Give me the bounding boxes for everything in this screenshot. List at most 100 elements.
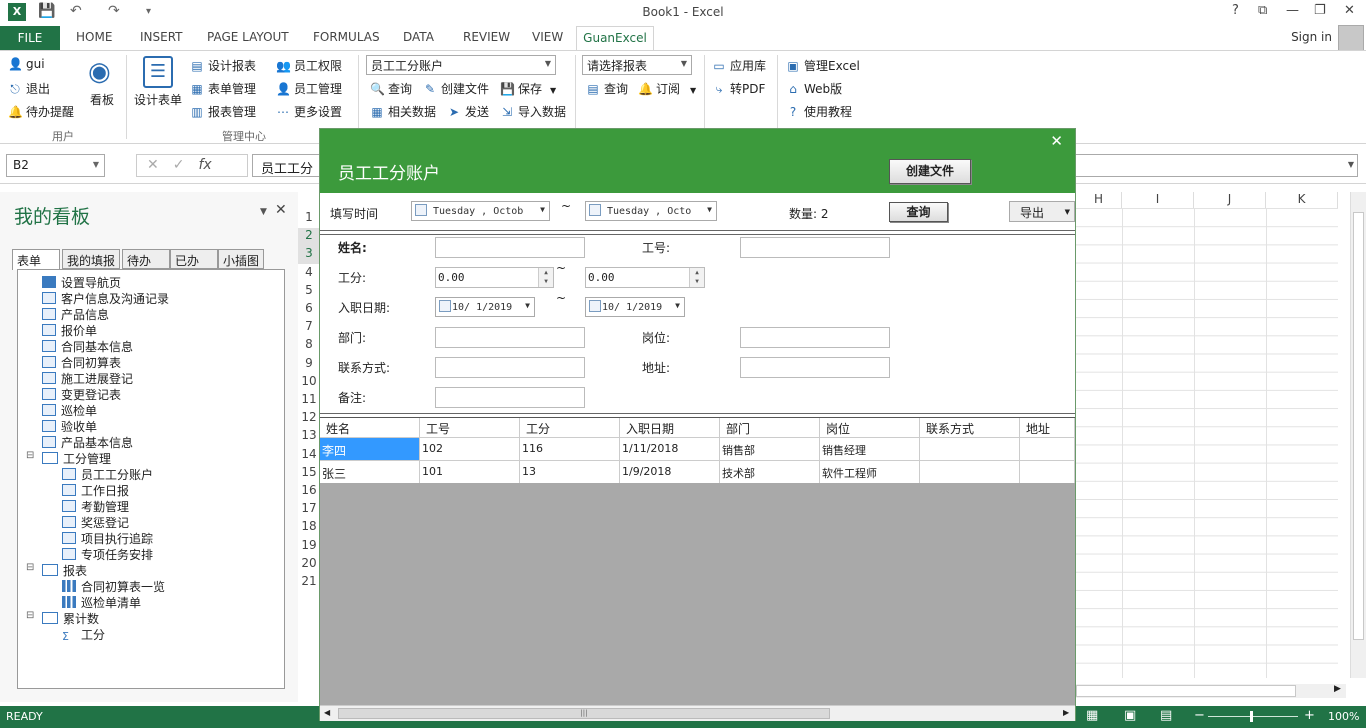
tree-item[interactable]: 报价单 (42, 322, 97, 339)
help-button[interactable]: ? (1232, 3, 1239, 18)
row-header[interactable]: 13 (298, 428, 320, 446)
table-cell[interactable] (920, 438, 1020, 461)
restore-button[interactable]: ❐ (1314, 3, 1326, 18)
scroll-right-icon[interactable]: ▶ (1334, 684, 1341, 694)
table-header-cell[interactable]: 联系方式 (920, 418, 1020, 438)
name-input[interactable] (435, 237, 585, 258)
spin-arrows-icon[interactable]: ▲ ▼ (538, 268, 553, 287)
column-header-i[interactable]: I (1122, 192, 1194, 208)
dialog-scroll-thumb[interactable]: ||| (338, 708, 830, 719)
row-header[interactable]: 10 (298, 374, 320, 392)
row-header[interactable]: 19 (298, 538, 320, 556)
vscroll-thumb[interactable] (1353, 212, 1364, 640)
zoom-in-icon[interactable]: + (1304, 708, 1315, 723)
user-item[interactable]: 👤 gui (8, 57, 45, 71)
tree-item[interactable]: 工作日报 (62, 482, 129, 499)
design-form-icon[interactable]: ☰ (143, 56, 173, 88)
table-cell[interactable]: 102 (420, 438, 520, 461)
table-cell[interactable]: 李四 (320, 438, 420, 461)
horizontal-scrollbar[interactable]: ▶ (1076, 684, 1346, 698)
tree-item[interactable]: 考勤管理 (62, 498, 129, 515)
tree-item[interactable]: 客户信息及沟通记录 (42, 290, 169, 307)
score-from-stepper[interactable]: 0.00 ▲ ▼ (435, 267, 554, 288)
tree-item[interactable]: 产品基本信息 (42, 434, 133, 451)
tree-item[interactable]: 验收单 (42, 418, 97, 435)
panel-tab-my-reports[interactable]: 我的填报 (62, 249, 120, 269)
table-header-cell[interactable]: 岗位 (820, 418, 920, 438)
tab-home[interactable]: HOME (76, 30, 112, 44)
export-button[interactable]: 导出 ▼ (1009, 201, 1075, 222)
tree-item[interactable]: 合同初算表 (42, 354, 121, 371)
tree-item[interactable]: 施工进展登记 (42, 370, 133, 387)
cancel-icon[interactable]: ✕ (147, 157, 173, 173)
related-data-item[interactable]: ▦ 相关数据 (370, 103, 436, 120)
manage-excel-item[interactable]: ▣ 管理Excel (786, 57, 859, 74)
employee-mgmt-item[interactable]: 👤 员工管理 (276, 80, 342, 97)
page-layout-view-icon[interactable]: ▣ (1124, 708, 1136, 723)
dialog-close-icon[interactable]: ✕ (1050, 132, 1063, 150)
dashboard-button[interactable]: 看板 (90, 91, 114, 108)
tree-item[interactable]: ⊟ 工分管理 (26, 450, 111, 467)
todo-reminder-item[interactable]: 🔔 待办提醒 (8, 103, 74, 120)
table-cell[interactable] (1020, 461, 1075, 484)
row-header[interactable]: 9 (298, 356, 320, 374)
tree-item[interactable]: Σ 工分 (62, 626, 105, 643)
normal-view-icon[interactable]: ▦ (1086, 708, 1098, 723)
tree-item[interactable]: 变更登记表 (42, 386, 121, 403)
query-button[interactable]: 查询 (889, 202, 948, 222)
ribbon-display-button[interactable]: ⧉ (1258, 3, 1267, 18)
report-select[interactable]: 请选择报表 ▼ (582, 55, 692, 75)
report-query-item[interactable]: ▤ 查询 (586, 80, 628, 97)
row-header[interactable]: 4 (298, 265, 320, 283)
close-window-button[interactable]: ✕ (1344, 3, 1355, 18)
table-cell[interactable]: 1/11/2018 (620, 438, 720, 461)
tree-item[interactable]: 奖惩登记 (62, 514, 129, 531)
row-header[interactable]: 12 (298, 410, 320, 428)
tab-guanexcel[interactable]: GuanExcel (576, 26, 654, 51)
row-header[interactable]: 14 (298, 447, 320, 465)
row-header[interactable]: 2 (298, 228, 320, 247)
tab-data[interactable]: DATA (403, 30, 434, 44)
scroll-left-icon[interactable]: ◀ (324, 708, 330, 717)
tree-item[interactable]: ⊟ 累计数 (26, 610, 99, 627)
tab-view[interactable]: VIEW (532, 30, 563, 44)
panel-tab-widgets[interactable]: 小插图 (218, 249, 264, 269)
design-report-item[interactable]: ▤ 设计报表 (190, 57, 256, 74)
checkbox-icon[interactable] (589, 204, 601, 216)
row-header[interactable]: 21 (298, 574, 320, 592)
zoom-slider[interactable] (1208, 716, 1298, 717)
dialog-horizontal-scrollbar[interactable]: ◀ ||| ▶ (320, 705, 1075, 721)
table-cell[interactable]: 销售经理 (820, 438, 920, 461)
vertical-scrollbar[interactable] (1350, 192, 1366, 678)
feed-icon[interactable]: ◉ (88, 57, 111, 87)
row-header[interactable]: 18 (298, 519, 320, 537)
address-input[interactable] (740, 357, 890, 378)
tree-item[interactable]: 设置导航页 (42, 274, 121, 291)
subscribe-item[interactable]: 🔔 订阅 ▼ (638, 80, 696, 97)
panel-tab-done[interactable]: 已办 (170, 249, 218, 269)
tab-formulas[interactable]: FORMULAS (313, 30, 380, 44)
table-cell[interactable]: 101 (420, 461, 520, 484)
table-cell[interactable]: 1/9/2018 (620, 461, 720, 484)
tree-item[interactable]: 巡检单 (42, 402, 97, 419)
row-header[interactable]: 7 (298, 319, 320, 337)
employee-perm-item[interactable]: 👥 员工权限 (276, 57, 342, 74)
design-form-button[interactable]: 设计表单 (134, 91, 182, 108)
send-item[interactable]: ➤ 发送 (447, 103, 489, 120)
tab-file[interactable]: FILE (0, 26, 60, 50)
table-cell[interactable] (920, 461, 1020, 484)
row-header[interactable]: 3 (298, 246, 320, 265)
panel-tab-forms[interactable]: 表单 (12, 249, 60, 270)
tab-page-layout[interactable]: PAGE LAYOUT (207, 30, 289, 44)
table-header-cell[interactable]: 地址 (1020, 418, 1075, 438)
sign-in-link[interactable]: Sign in (1291, 30, 1332, 44)
tree-item[interactable]: ⊟ 报表 (26, 562, 87, 579)
row-header[interactable]: 6 (298, 301, 320, 319)
row-header[interactable]: 20 (298, 556, 320, 574)
tree-item[interactable]: 项目执行追踪 (62, 530, 153, 547)
more-settings-item[interactable]: ⋯ 更多设置 (276, 103, 342, 120)
collapse-icon[interactable]: ⊟ (26, 450, 34, 461)
import-data-item[interactable]: ⇲ 导入数据 (500, 103, 566, 120)
table-cell[interactable]: 13 (520, 461, 620, 484)
fill-time-from-picker[interactable]: Tuesday , Octob ▼ (411, 201, 550, 221)
